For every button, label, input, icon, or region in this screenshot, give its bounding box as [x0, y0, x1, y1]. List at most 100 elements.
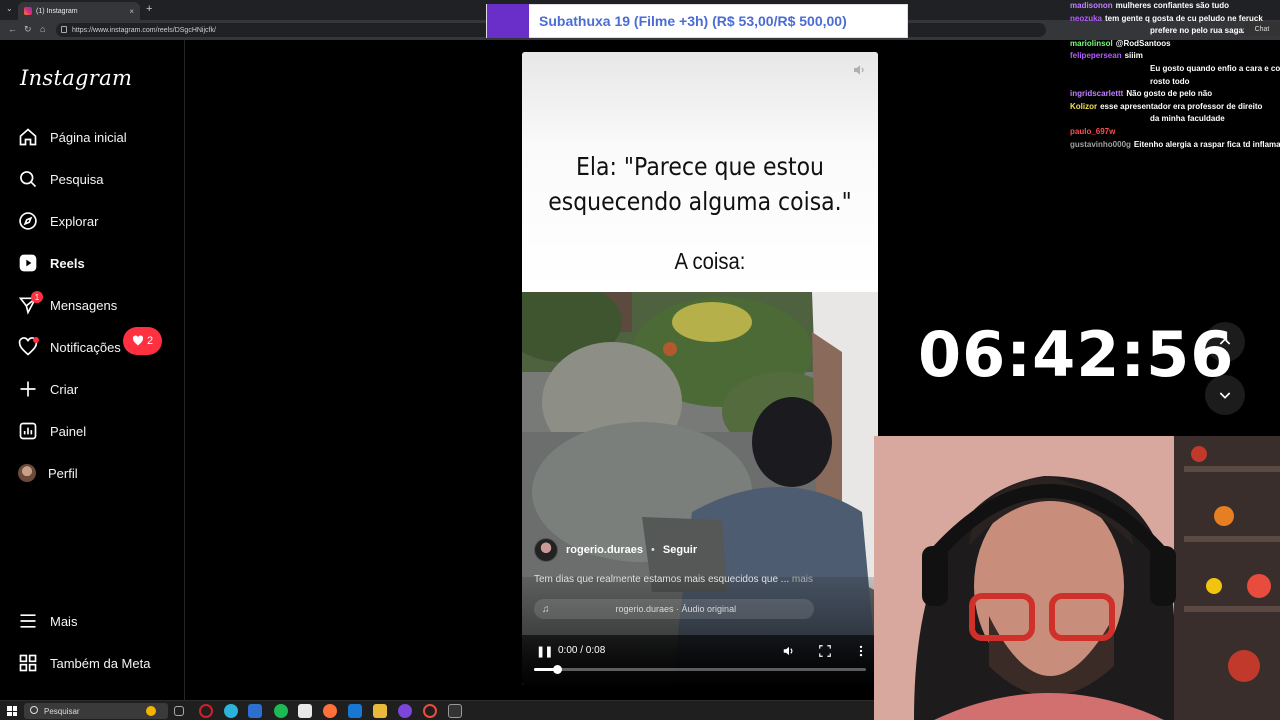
obs-icon[interactable] [448, 704, 462, 718]
spotify-icon[interactable] [274, 704, 288, 718]
search-icon [20, 171, 37, 188]
pause-icon[interactable]: ❚❚ [536, 645, 553, 658]
sidebar-item-reels[interactable]: Reels [18, 248, 85, 278]
subathon-timer: 06:42:56 [918, 318, 1235, 391]
meta-grid-icon [19, 654, 37, 672]
windows-start-icon[interactable] [7, 706, 17, 716]
chat-username[interactable]: mariolinsol [1070, 39, 1113, 48]
chat-text: @RodSantoos [1115, 38, 1171, 48]
reel-caption-line1: Ela: "Parece que estou esquecendo alguma… [548, 152, 852, 216]
chat-username[interactable]: paulo_697w [1070, 127, 1115, 136]
messenger-icon-wrap: 1 [18, 291, 43, 315]
chat-text: Eu gosto quando enfio a cara e cobre meu [1150, 63, 1280, 73]
chat-text: Não gosto de pelo não [1126, 89, 1213, 99]
sidebar-item-profile[interactable]: Perfil [18, 458, 78, 488]
webcam-feed [874, 436, 1280, 720]
chat-message: ingridscarlettt Não gosto de pelo não [1040, 88, 1280, 101]
chat-tab-label: Chat [1254, 25, 1270, 33]
store-icon[interactable] [298, 704, 312, 718]
sidebar-item-home[interactable]: Página inicial [18, 122, 127, 152]
volume-icon[interactable] [852, 62, 868, 78]
sidebar-item-also-from-meta[interactable]: Também da Meta [18, 648, 150, 678]
chat-username[interactable]: Kolizor [1070, 102, 1097, 111]
chat-tab-button[interactable]: Chat [1244, 22, 1280, 36]
reel-description: Tem dias que realmente estamos mais esqu… [534, 574, 813, 585]
firefox-icon[interactable] [323, 704, 337, 718]
screen: ⌄ (1) Instagram × + ← ↻ ⌂ https://www.in… [0, 0, 1280, 720]
chat-username[interactable]: neozuka [1070, 14, 1102, 23]
app-icon[interactable] [248, 704, 262, 718]
sidebar-item-label: Explorar [50, 213, 99, 229]
video-controls: ❚❚ 0:00 / 0:08 [522, 635, 878, 685]
author-name[interactable]: rogerio.duraes [566, 544, 643, 556]
chat-text: mulheres confiantes são tudo [1115, 1, 1230, 10]
sidebar-item-create[interactable]: Criar [18, 374, 78, 404]
chat-message: madisonon mulheres confiantes são tudo [1040, 0, 1280, 13]
mail-icon[interactable] [348, 704, 362, 718]
chat-text: prefere no pelo rua sagaz [1150, 26, 1247, 36]
browser-tab[interactable]: (1) Instagram × [18, 2, 140, 20]
opera-icon[interactable] [199, 704, 213, 718]
sidebar-item-label: Perfil [48, 465, 78, 481]
reel-author: rogerio.duraes • Seguir [534, 538, 697, 562]
edge-icon[interactable] [224, 704, 238, 718]
plus-icon [20, 381, 36, 397]
banner-accent [487, 4, 529, 38]
sidebar-item-label: Criar [50, 381, 79, 397]
reel-description-text: Tem dias que realmente estamos mais esqu… [534, 574, 790, 585]
chat-text: rosto todo [1150, 76, 1190, 86]
app-purple-icon[interactable] [398, 704, 412, 718]
instagram-sidebar: Instagram Página inicial Pesquisa Explor… [0, 40, 185, 700]
notifications-count-pill[interactable]: 2 [123, 327, 162, 355]
menu-icon [20, 614, 36, 628]
audio-bar[interactable]: ♫ rogerio.duraes · Áudio original [534, 599, 814, 619]
author-avatar[interactable] [534, 538, 558, 562]
instagram-logo[interactable]: Instagram [20, 66, 132, 90]
sidebar-item-explore[interactable]: Explorar [18, 206, 98, 236]
new-tab-icon[interactable]: + [146, 3, 152, 15]
sidebar-item-dashboard[interactable]: Painel [18, 416, 86, 446]
messages-badge: 1 [31, 291, 43, 303]
author-separator: • [651, 544, 655, 556]
reels-icon [19, 254, 37, 272]
sidebar-item-search[interactable]: Pesquisa [18, 164, 103, 194]
chat-message: da minha faculdade [1040, 113, 1280, 126]
volume-control-icon[interactable] [782, 644, 796, 658]
audio-label: rogerio.duraes · Áudio original [615, 604, 737, 614]
chat-username[interactable]: gustavinho000g [1070, 140, 1131, 149]
reel-video-player[interactable]: Ela: "Parece que estou esquecendo alguma… [522, 52, 878, 685]
progress-track[interactable] [534, 665, 866, 674]
sidebar-item-notifications[interactable]: Notificações [18, 332, 121, 362]
chat-text: Eitenho alergia a raspar fica td inflama… [1133, 139, 1280, 149]
chat-username[interactable]: madisonon [1070, 1, 1113, 10]
close-tab-icon[interactable]: × [129, 7, 134, 16]
fullscreen-icon[interactable] [818, 644, 832, 658]
home-browser-icon[interactable]: ⌂ [40, 24, 45, 34]
heart-icon-wrap [18, 337, 39, 357]
chat-message: gustavinho000g Eitenho alergia a raspar f… [1040, 139, 1280, 152]
sidebar-item-label: Mensagens [50, 297, 118, 313]
tab-search-icon[interactable]: ⌄ [6, 4, 13, 13]
taskbar-search[interactable]: Pesquisar [24, 703, 168, 719]
sidebar-item-label: Página inicial [50, 129, 127, 145]
task-view-icon[interactable] [174, 706, 184, 716]
sidebar-item-messages[interactable]: 1 Mensagens [18, 290, 117, 320]
app-red-icon[interactable] [423, 704, 437, 718]
reload-icon[interactable]: ↻ [24, 24, 32, 35]
sidebar-item-more[interactable]: Mais [18, 606, 77, 636]
more-link[interactable]: mais [789, 574, 813, 585]
chat-message: felipepersean siiim [1040, 50, 1280, 63]
more-options-icon[interactable] [854, 644, 868, 658]
back-icon[interactable]: ← [8, 24, 17, 34]
chat-username[interactable]: felipepersean [1070, 51, 1122, 60]
notification-dot [33, 337, 39, 343]
file-explorer-icon[interactable] [373, 704, 387, 718]
windows-taskbar: Pesquisar [0, 700, 874, 720]
chat-text: esse apresentador era professor de direi… [1100, 101, 1263, 111]
chat-username[interactable]: ingridscarlettt [1070, 89, 1123, 98]
video-time: 0:00 / 0:08 [558, 645, 606, 656]
follow-button[interactable]: Seguir [663, 544, 697, 556]
progress-handle[interactable] [553, 665, 563, 674]
compass-icon [19, 212, 37, 230]
sidebar-item-label: Painel [50, 423, 87, 439]
